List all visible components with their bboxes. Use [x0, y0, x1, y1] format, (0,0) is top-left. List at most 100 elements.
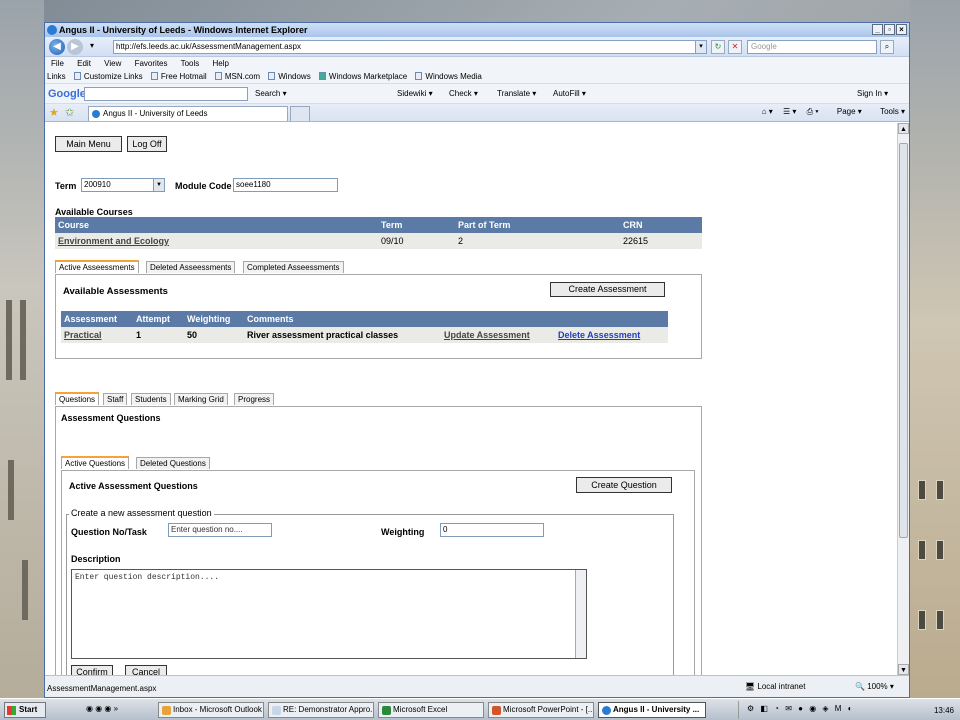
link-marketplace[interactable]: Windows Marketplace — [318, 72, 407, 81]
start-button[interactable]: Start — [4, 702, 46, 718]
term-value: 200910 — [84, 180, 111, 189]
back-button[interactable]: ◀ — [49, 39, 65, 55]
update-assessment-link[interactable]: Update Assessment — [444, 327, 530, 343]
course-part: 2 — [458, 236, 464, 246]
scroll-thumb[interactable] — [899, 143, 908, 538]
feeds-icon[interactable]: ☰ ▾ — [783, 107, 796, 116]
page-scrollbar[interactable]: ▲ ▼ — [897, 123, 909, 675]
course-link[interactable]: Environment and Ecology — [58, 233, 169, 249]
tab-deleted-questions[interactable]: Deleted Questions — [136, 457, 210, 469]
taskbar-angus[interactable]: Angus II - University ... — [598, 702, 706, 718]
menu-favorites[interactable]: Favorites — [135, 59, 168, 68]
new-question-legend: Create a new assessment question — [69, 508, 214, 518]
taskbar-item-label: RE: Demonstrator Appro... — [283, 705, 374, 714]
history-dropdown-icon[interactable]: ▾ — [87, 40, 97, 54]
scroll-down-icon[interactable]: ▼ — [898, 664, 909, 675]
google-search-button[interactable]: Search ▾ — [255, 89, 287, 98]
google-search-input[interactable] — [84, 87, 248, 101]
print-icon[interactable]: ⎙ ▾ — [807, 107, 819, 116]
tab-progress[interactable]: Progress — [234, 393, 275, 405]
windows-logo-icon — [7, 706, 16, 715]
search-input[interactable]: Google — [747, 40, 877, 54]
taskbar-excel[interactable]: Microsoft Excel — [378, 702, 484, 718]
textarea-scrollbar[interactable] — [575, 570, 586, 658]
menu-help[interactable]: Help — [213, 59, 229, 68]
check-button[interactable]: Check ▾ — [449, 89, 478, 98]
search-icon[interactable]: ⌕ — [880, 40, 894, 54]
ie-page-icon — [92, 110, 100, 118]
page-menu[interactable]: Page ▾ — [829, 107, 862, 116]
sidewiki-label: Sidewiki — [397, 89, 427, 98]
menu-file[interactable]: File — [51, 59, 64, 68]
create-question-button[interactable]: Create Question — [576, 477, 672, 493]
taskbar-item-label: Microsoft PowerPoint - [... — [503, 705, 594, 714]
menu-view[interactable]: View — [104, 59, 121, 68]
url-field[interactable]: http://efs.leeds.ac.uk/AssessmentManagem… — [113, 40, 707, 54]
link-label: Customize Links — [83, 72, 143, 81]
scroll-up-icon[interactable]: ▲ — [898, 123, 909, 134]
tab-questions[interactable]: Questions — [55, 392, 100, 405]
page-icon — [150, 72, 158, 80]
assessment-comments: River assessment practical classes — [247, 330, 399, 340]
link-media[interactable]: Windows Media — [415, 72, 482, 81]
taskbar-demonstrator[interactable]: RE: Demonstrator Appro... — [268, 702, 374, 718]
windows-icon — [318, 72, 326, 80]
add-favorites-icon[interactable]: ✩ — [65, 106, 74, 119]
browser-tab-angus[interactable]: Angus II - University of Leeds — [88, 106, 288, 121]
cancel-button[interactable]: Cancel — [125, 665, 167, 675]
assessments-panel: Available Assessments Create Assessment … — [55, 274, 702, 359]
forward-button[interactable]: ▶ — [67, 39, 83, 55]
term-select[interactable]: 200910 ▼ — [81, 178, 165, 192]
tab-active-assessments[interactable]: Active Asseessments — [55, 260, 139, 273]
links-bar: Links Customize Links Free Hotmail MSN.c… — [45, 70, 909, 84]
tab-completed-assessments[interactable]: Completed Asseessments — [243, 261, 344, 273]
sidewiki-button[interactable]: Sidewiki ▾ — [397, 89, 433, 98]
excel-icon — [382, 706, 391, 715]
taskbar-outlook[interactable]: Inbox - Microsoft Outlook — [158, 702, 264, 718]
favorites-star-icon[interactable]: ★ — [49, 106, 59, 119]
refresh-button[interactable]: ↻ — [711, 40, 725, 54]
ie-logo-icon — [47, 25, 57, 35]
tab-marking-grid[interactable]: Marking Grid — [174, 393, 228, 405]
translate-button[interactable]: Translate ▾ — [497, 89, 536, 98]
page-icon — [73, 72, 81, 80]
module-code-input[interactable]: soee1180 — [233, 178, 338, 192]
description-textarea[interactable]: Enter question description.... — [71, 569, 587, 659]
tools-menu[interactable]: Tools ▾ — [872, 107, 905, 116]
question-no-input[interactable]: Enter question no.... — [168, 523, 272, 537]
create-assessment-button[interactable]: Create Assessment — [550, 282, 665, 297]
security-zone: 🖥 Local intranet — [745, 682, 806, 691]
link-customize[interactable]: Customize Links — [73, 72, 143, 81]
delete-assessment-link[interactable]: Delete Assessment — [558, 327, 640, 343]
link-windows[interactable]: Windows — [268, 72, 311, 81]
desktop-background-left — [0, 0, 44, 720]
tab-students[interactable]: Students — [131, 393, 171, 405]
tab-deleted-assessments[interactable]: Deleted Asseessments — [146, 261, 236, 273]
link-msn[interactable]: MSN.com — [214, 72, 260, 81]
title-bar: Angus II - University of Leeds - Windows… — [45, 23, 909, 37]
url-dropdown-icon[interactable]: ▾ — [695, 41, 706, 53]
autofill-button[interactable]: AutoFill ▾ — [553, 89, 586, 98]
maximize-button[interactable]: ▫ — [884, 24, 895, 35]
log-off-button[interactable]: Log Off — [127, 136, 167, 152]
close-button[interactable]: × — [896, 24, 907, 35]
confirm-button[interactable]: Confirm — [71, 665, 113, 675]
menu-tools[interactable]: Tools — [181, 59, 200, 68]
chevron-down-icon[interactable]: ▼ — [153, 179, 164, 191]
assessment-link[interactable]: Practical — [64, 327, 102, 343]
tab-active-questions[interactable]: Active Questions — [61, 456, 130, 469]
zoom-level[interactable]: 🔍 100% ▾ — [855, 682, 894, 691]
taskbar-powerpoint[interactable]: Microsoft PowerPoint - [... — [488, 702, 594, 718]
minimize-button[interactable]: _ — [872, 24, 883, 35]
new-question-fieldset: Create a new assessment question Questio… — [66, 508, 674, 675]
main-menu-button[interactable]: Main Menu — [55, 136, 122, 152]
home-icon[interactable]: ⌂ ▾ — [762, 107, 773, 116]
link-hotmail[interactable]: Free Hotmail — [150, 72, 207, 81]
menu-bar: File Edit View Favorites Tools Help — [45, 57, 909, 70]
weighting-input[interactable]: 0 — [440, 523, 544, 537]
sign-in-button[interactable]: Sign In ▾ — [857, 89, 888, 98]
stop-button[interactable]: ✕ — [728, 40, 742, 54]
tab-staff[interactable]: Staff — [103, 393, 128, 405]
new-tab-button[interactable] — [290, 106, 310, 121]
menu-edit[interactable]: Edit — [77, 59, 91, 68]
